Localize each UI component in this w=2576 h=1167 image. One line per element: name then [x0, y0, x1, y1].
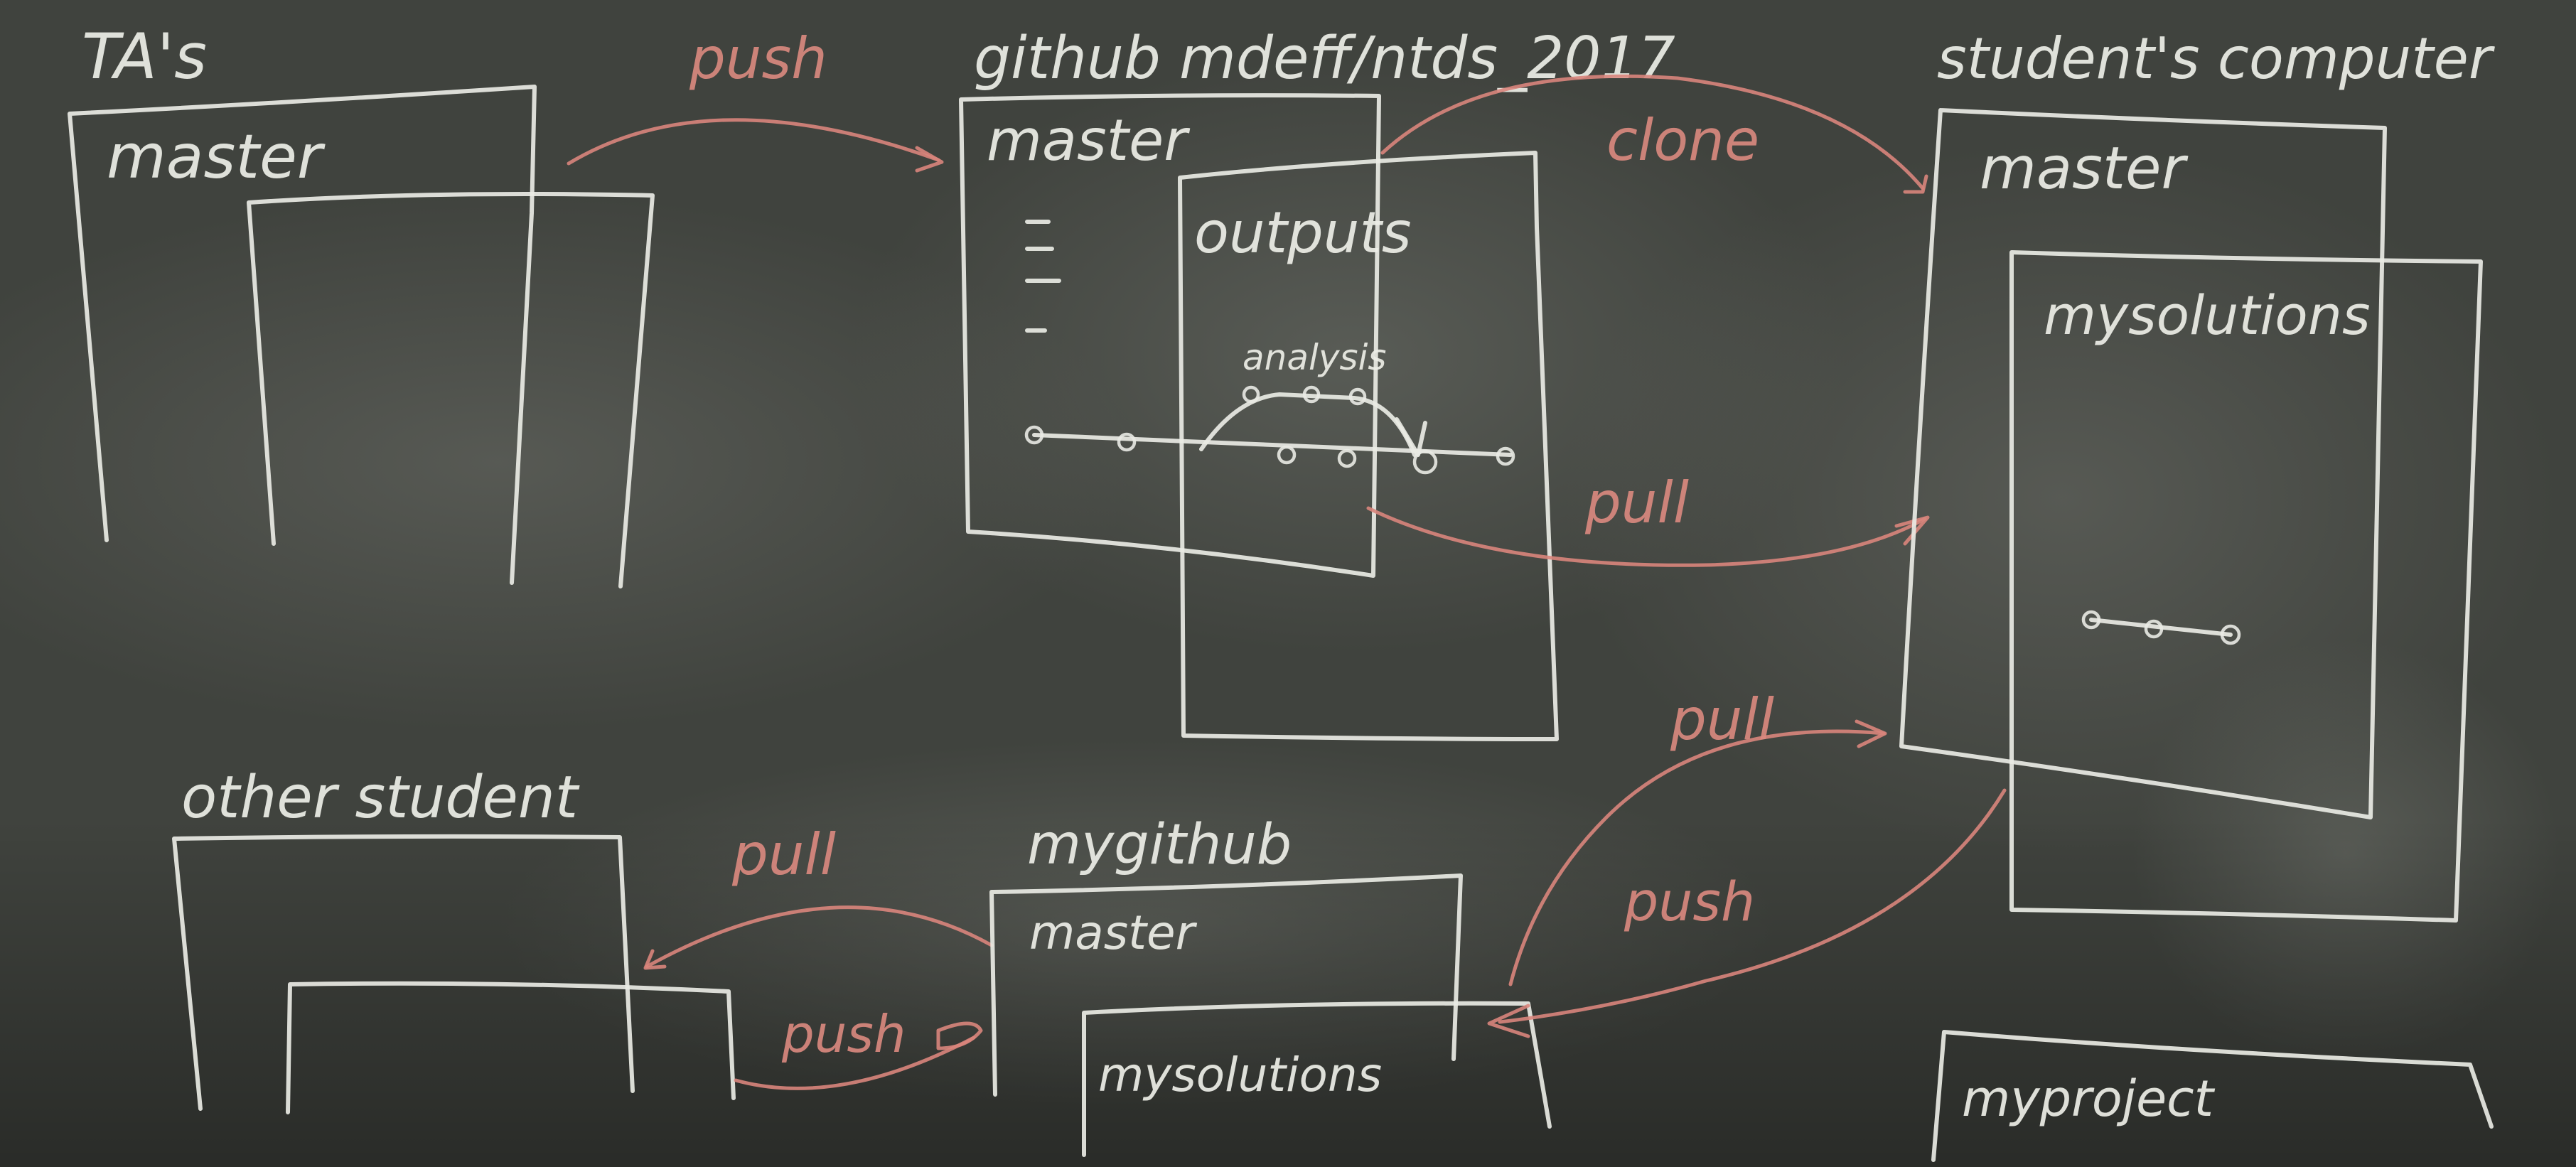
pull-label-other-student: pull	[731, 822, 836, 888]
github-master-label: master	[987, 107, 1191, 173]
my-github-mysolutions-label: mysolutions	[1098, 1048, 1382, 1102]
clone-label: clone	[1606, 107, 1759, 173]
pull-label-github: pull	[1584, 470, 1689, 536]
myproject-label: myproject	[1962, 1070, 2216, 1128]
my-github-title: mygithub	[1027, 813, 1292, 877]
github-course-title: github mdeff/ntds_2017	[974, 25, 1675, 92]
github-outputs-label: outputs	[1194, 200, 1412, 266]
pull-label-mygithub: pull	[1670, 687, 1774, 753]
ta-title: TA's	[82, 20, 207, 93]
board-smudges	[0, 0, 2576, 1167]
students-computer-title: student's computer	[1937, 26, 2496, 92]
computer-mysolutions-label: mysolutions	[2044, 284, 2371, 347]
other-student-title: other student	[181, 764, 580, 832]
my-github-master-label: master	[1029, 905, 1198, 960]
chalkboard: TA's master push github mdeff/ntds_2017 …	[0, 0, 2576, 1167]
computer-master-label: master	[1980, 135, 2188, 203]
push-label-ta: push	[689, 26, 827, 92]
ta-master-label: master	[107, 122, 326, 193]
push-label-mygithub: push	[1624, 870, 1755, 933]
push-label-other-student: push	[781, 1004, 906, 1064]
github-analysis-label: analysis	[1243, 337, 1386, 378]
